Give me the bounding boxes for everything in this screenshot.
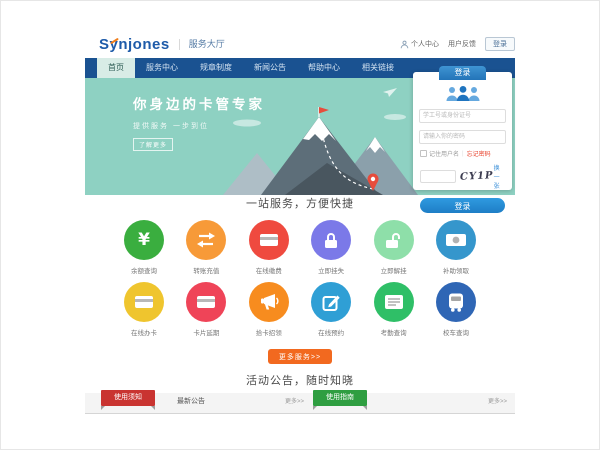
megaphone-icon xyxy=(259,293,279,311)
service-subsidy[interactable]: 补助领取 xyxy=(427,220,485,275)
hero-cta-button[interactable]: 了解更多 xyxy=(133,138,173,151)
bank-card-icon xyxy=(196,294,216,310)
top-login-button[interactable]: 登录 xyxy=(485,37,515,51)
ribbon-fold xyxy=(151,406,155,410)
latest-announcements-tab[interactable]: 最新公告 xyxy=(177,393,205,411)
services-section: 一站服务，方便快捷 ¥ 余额查询 转账充值 在线缴费 xyxy=(85,195,515,364)
service-pay-online[interactable]: 在线缴费 xyxy=(240,220,298,275)
unlock-icon xyxy=(384,231,404,250)
more-services-button[interactable]: 更多服务>> xyxy=(268,349,332,364)
username-input[interactable] xyxy=(419,109,506,123)
feedback-link[interactable]: 用户反馈 xyxy=(448,39,476,49)
login-submit-button[interactable]: 登录 xyxy=(420,198,505,213)
separator: | xyxy=(462,151,464,157)
paper-plane-icon xyxy=(383,88,397,98)
ribbon-fold xyxy=(101,406,105,410)
service-attendance[interactable]: 考勤查询 xyxy=(365,282,423,337)
login-panel: 记住用户名 | 忘记密码 CY1P 换一张 登录 xyxy=(413,72,512,190)
transfer-arrows-icon xyxy=(196,231,216,249)
nav-item-help[interactable]: 帮助中心 xyxy=(297,58,351,78)
edit-icon xyxy=(322,293,341,312)
captcha-refresh-link[interactable]: 换一张 xyxy=(494,163,505,190)
service-label: 补助领取 xyxy=(427,265,485,275)
ribbon-fold xyxy=(313,406,317,410)
remember-checkbox[interactable] xyxy=(420,150,427,157)
announcements-title: 活动公告，随时知晓 xyxy=(85,372,515,388)
service-label: 校车查询 xyxy=(427,327,485,337)
nav-item-home[interactable]: 首页 xyxy=(97,58,135,78)
service-label: 在线办卡 xyxy=(115,327,173,337)
logo[interactable]: Synjones 服务大厅 xyxy=(99,36,225,53)
ribbon-label: 使用指南 xyxy=(326,394,354,401)
service-label: 余额查询 xyxy=(115,265,173,275)
service-label: 立即解挂 xyxy=(365,265,423,275)
service-apply-card[interactable]: 在线办卡 xyxy=(115,282,173,337)
nav-item-service-center[interactable]: 服务中心 xyxy=(135,58,189,78)
service-online-booking[interactable]: 在线预约 xyxy=(302,282,360,337)
more-link-left[interactable]: 更多>> xyxy=(285,393,304,411)
remember-label: 记住用户名 xyxy=(429,149,459,158)
logo-text: Synjones xyxy=(99,36,170,53)
portal-name: 服务大厅 xyxy=(179,39,225,50)
ribbon-label: 使用须知 xyxy=(114,394,142,401)
user-guide-ribbon[interactable]: 使用指南 xyxy=(313,390,367,406)
service-unlock[interactable]: 立即解挂 xyxy=(365,220,423,275)
person-icon xyxy=(400,40,409,49)
service-label: 立即挂失 xyxy=(302,265,360,275)
service-label: 卡片延期 xyxy=(177,327,235,337)
personal-center-link[interactable]: 个人中心 xyxy=(400,39,439,49)
service-report-loss[interactable]: 立即挂失 xyxy=(302,220,360,275)
services-row-2: 在线办卡 卡片延期 拾卡招领 在线预约 xyxy=(85,282,515,337)
usage-notice-ribbon[interactable]: 使用须知 xyxy=(101,390,155,406)
service-school-bus[interactable]: 校车查询 xyxy=(427,282,485,337)
attendance-list-icon xyxy=(384,294,404,310)
service-label: 考勤查询 xyxy=(365,327,423,337)
service-label: 拾卡招领 xyxy=(240,327,298,337)
service-label: 在线预约 xyxy=(302,327,360,337)
yen-icon: ¥ xyxy=(138,230,150,250)
bank-card-icon xyxy=(259,232,279,248)
captcha-row: CY1P 换一张 xyxy=(420,163,505,190)
nav-item-news[interactable]: 新闻公告 xyxy=(243,58,297,78)
ribbon-fold xyxy=(363,406,367,410)
mountain-illustration xyxy=(223,107,418,195)
nav-item-rules[interactable]: 规章制度 xyxy=(189,58,243,78)
remember-row: 记住用户名 | 忘记密码 xyxy=(420,149,505,158)
nav-item-links[interactable]: 相关链接 xyxy=(351,58,405,78)
service-card-extension[interactable]: 卡片延期 xyxy=(177,282,235,337)
login-tab[interactable]: 登录 xyxy=(439,66,486,80)
lock-icon xyxy=(322,231,340,250)
service-found-cards[interactable]: 拾卡招领 xyxy=(240,282,298,337)
bank-card-icon xyxy=(134,294,154,310)
captcha-input[interactable] xyxy=(420,170,456,183)
captcha-image: CY1P xyxy=(460,170,494,183)
topbar: Synjones 服务大厅 个人中心 用户反馈 登录 xyxy=(85,30,515,58)
announcements-bar: 使用须知 最新公告 更多>> 使用指南 更多>> xyxy=(85,393,515,414)
site-container: Synjones 服务大厅 个人中心 用户反馈 登录 首页 服务中心 规章制度 … xyxy=(85,30,515,422)
bus-icon xyxy=(447,292,465,312)
password-input[interactable] xyxy=(419,130,506,144)
service-transfer[interactable]: 转账充值 xyxy=(177,220,235,275)
services-row-1: ¥ 余额查询 转账充值 在线缴费 立即挂失 xyxy=(85,220,515,275)
service-balance[interactable]: ¥ 余额查询 xyxy=(115,220,173,275)
service-label: 在线缴费 xyxy=(240,265,298,275)
banknote-icon xyxy=(445,233,467,247)
more-link-right[interactable]: 更多>> xyxy=(488,393,507,411)
topbar-right: 个人中心 用户反馈 登录 xyxy=(400,37,515,51)
service-label: 转账充值 xyxy=(177,265,235,275)
feedback-label: 用户反馈 xyxy=(448,39,476,49)
personal-center-label: 个人中心 xyxy=(411,39,439,49)
forgot-password-link[interactable]: 忘记密码 xyxy=(467,149,491,158)
users-icon xyxy=(445,85,481,102)
